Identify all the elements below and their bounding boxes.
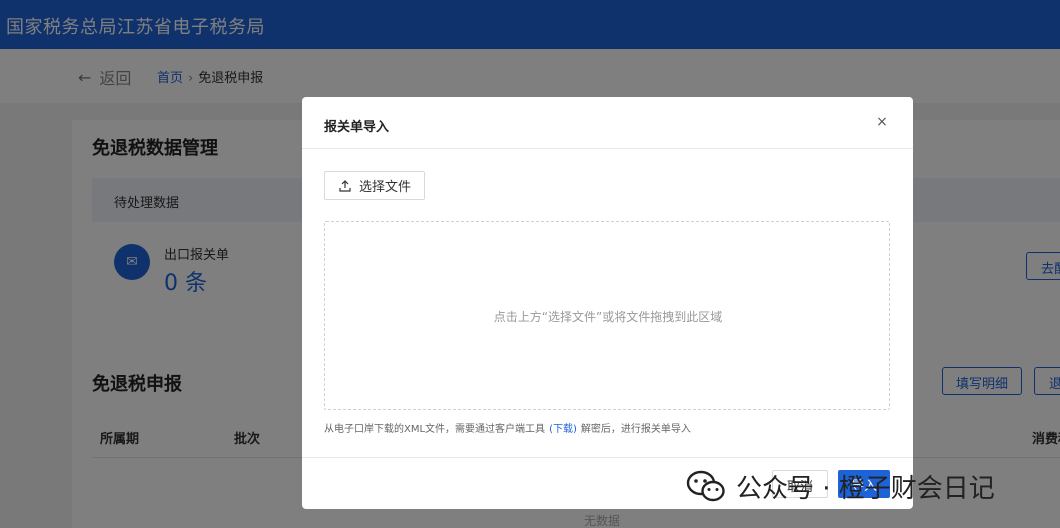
download-tool-link[interactable]: (下载) <box>549 424 577 435</box>
dialog-title: 报关单导入 <box>324 120 390 135</box>
dialog-header: 报关单导入 × <box>302 97 913 149</box>
choose-file-label: 选择文件 <box>359 180 412 195</box>
close-icon[interactable]: × <box>874 114 890 130</box>
drop-zone-hint: 点击上方“选择文件”或将文件拖拽到此区域 <box>493 310 723 324</box>
upload-icon <box>339 179 351 192</box>
customs-import-dialog: 报关单导入 × 选择文件 点击上方“选择文件”或将文件拖拽到此区域 从电子口岸下… <box>302 97 913 509</box>
import-tip: 从电子口岸下载的XML文件，需要通过客户端工具 (下载) 解密后，进行报关单导入 <box>324 420 691 435</box>
tip-text-after: 解密后，进行报关单导入 <box>580 424 691 435</box>
watermark: 公众号 · 橙子财会日记 <box>686 466 995 506</box>
file-drop-zone[interactable]: 点击上方“选择文件”或将文件拖拽到此区域 <box>324 221 890 410</box>
wechat-icon <box>686 470 725 502</box>
watermark-text: 公众号 · 橙子财会日记 <box>736 473 995 504</box>
choose-file-button[interactable]: 选择文件 <box>324 171 425 200</box>
tip-text-before: 从电子口岸下载的XML文件，需要通过客户端工具 <box>324 424 546 435</box>
